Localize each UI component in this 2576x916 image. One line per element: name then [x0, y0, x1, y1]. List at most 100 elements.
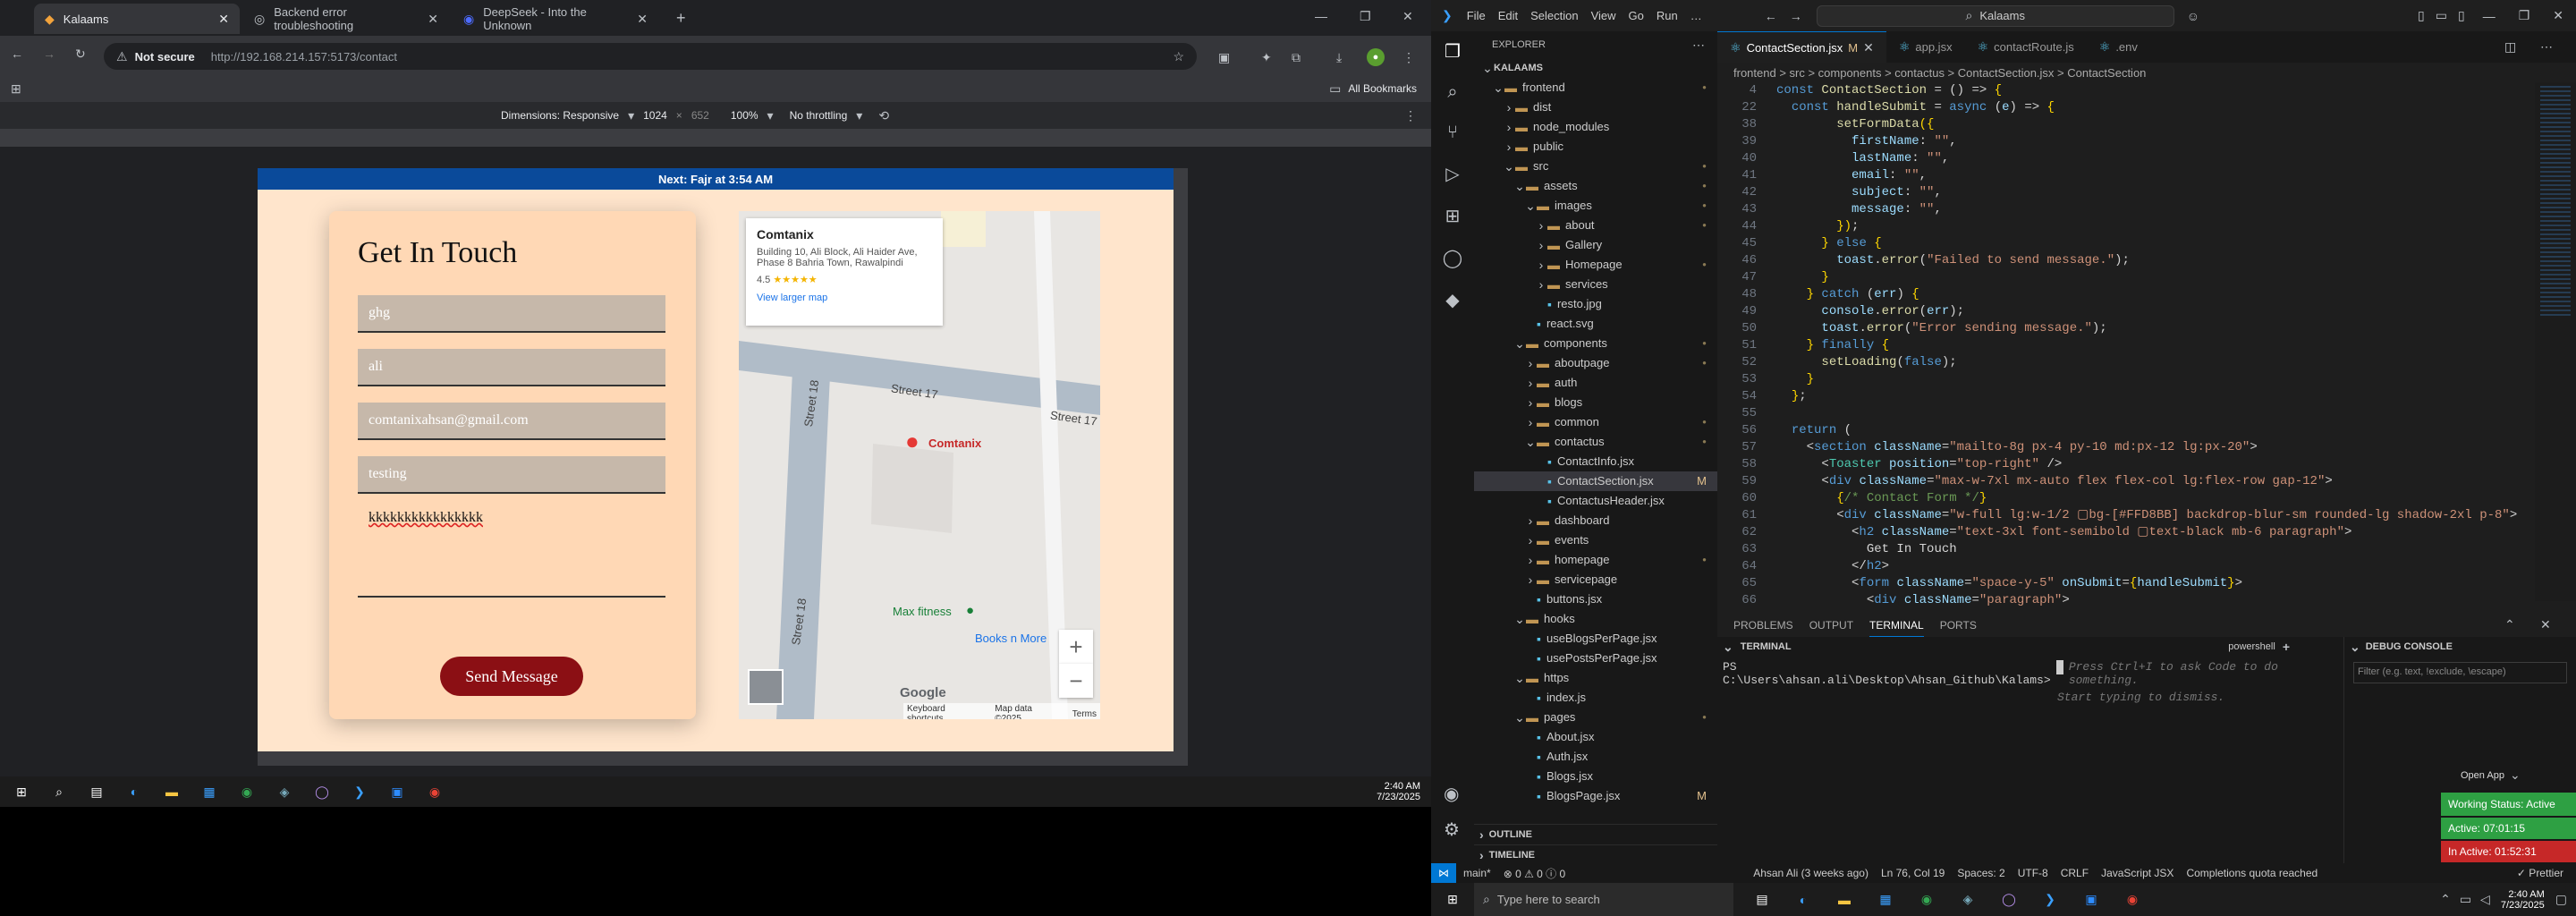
settings-gear-icon[interactable]: ⚙	[1444, 818, 1460, 841]
windows-start-icon[interactable]: ⊞	[9, 779, 34, 804]
chrome-icon-2[interactable]: ◉	[2120, 887, 2145, 912]
code-line[interactable]: 58 <Toaster position="top-right" />	[1717, 456, 2522, 473]
github-icon[interactable]: ◯	[1996, 887, 2021, 912]
file-item[interactable]: ▪ buttons.jsx	[1474, 589, 1717, 609]
close-tab-icon[interactable]: ✕	[637, 12, 648, 27]
file-item[interactable]: ▪ react.svg	[1474, 314, 1717, 334]
command-center[interactable]: ⌕ Kalaams	[1816, 4, 2174, 27]
width-input[interactable]: 1024	[643, 109, 667, 122]
task-view-icon[interactable]: ▤	[84, 779, 109, 804]
notifications-icon[interactable]: ▢	[2555, 892, 2567, 907]
chrome-icon[interactable]: ◉	[1914, 887, 1939, 912]
close-panel-icon[interactable]: ✕	[2540, 617, 2551, 632]
tab-kalaams[interactable]: ◆ Kalaams ✕	[34, 4, 240, 34]
code-line[interactable]: 48 } catch (err) {	[1717, 286, 2522, 303]
back-icon[interactable]: ←	[11, 47, 23, 61]
code-line[interactable]: 60 {/* Contact Form */}	[1717, 490, 2522, 507]
open-app-button[interactable]: Open App ⌄	[2461, 768, 2521, 783]
menu-item[interactable]: Run	[1657, 9, 1678, 22]
github-icon[interactable]: ◯	[1443, 247, 1462, 269]
file-explorer-icon[interactable]: ▬	[1832, 887, 1857, 912]
code-editor[interactable]: 4 const ContactSection = () => {22 const …	[1717, 82, 2522, 607]
editor-tab[interactable]: ⚛ app.jsx	[1886, 31, 1965, 63]
code-line[interactable]: 42 subject: "",	[1717, 184, 2522, 201]
code-line[interactable]: 54 };	[1717, 388, 2522, 405]
folder-item[interactable]: › ▬ Gallery	[1474, 235, 1717, 255]
folder-item[interactable]: ⌄ ▬ images ●	[1474, 196, 1717, 216]
code-line[interactable]: 44 });	[1717, 218, 2522, 235]
code-line[interactable]: 40 lastName: "",	[1717, 150, 2522, 167]
menu-item[interactable]: Edit	[1498, 9, 1518, 22]
throttle-select[interactable]: No throttling	[790, 109, 848, 122]
indentation[interactable]: Spaces: 2	[1957, 867, 2004, 879]
app-icon[interactable]: ◈	[272, 779, 297, 804]
minimize-icon[interactable]: —	[2483, 9, 2496, 23]
subject-field[interactable]: testing	[358, 456, 665, 494]
code-line[interactable]: 61 <div className="w-full lg:w-1/2 ▢bg-[…	[1717, 507, 2522, 524]
folder-item[interactable]: › ▬ homepage ●	[1474, 550, 1717, 570]
problems-count[interactable]: ⊗ 0 ⚠ 0 ⓘ 0	[1504, 866, 1566, 881]
menu-item[interactable]: File	[1467, 9, 1486, 22]
app-icon[interactable]: ◈	[1955, 887, 1980, 912]
close-tab-icon[interactable]: ✕	[428, 12, 438, 27]
extensions-icon[interactable]: ⊞	[1445, 205, 1461, 227]
windows-start-icon[interactable]: ⊞	[1440, 887, 1465, 912]
breadcrumb[interactable]: frontend > src > components > contactus …	[1717, 63, 2576, 82]
folder-item[interactable]: › ▬ public	[1474, 137, 1717, 157]
close-window-icon[interactable]: ✕	[2553, 8, 2563, 23]
google-map-embed[interactable]: Street 17 Street 17 Street 18 Street 18 …	[739, 211, 1100, 719]
copilot-icon[interactable]: ☺	[2187, 9, 2199, 23]
code-line[interactable]: 49 console.error(err);	[1717, 303, 2522, 320]
close-tab-icon[interactable]: ✕	[1863, 40, 1874, 55]
height-input[interactable]: 652	[691, 109, 709, 122]
send-message-button[interactable]: Send Message	[440, 657, 583, 696]
panel-toggle-icon[interactable]: ▭	[2436, 8, 2447, 23]
panel-tab[interactable]: TERMINAL	[1869, 614, 1924, 637]
menu-item[interactable]: …	[1690, 9, 1702, 22]
folder-item[interactable]: › ▬ blogs	[1474, 393, 1717, 412]
file-item[interactable]: ▪ useBlogsPerPage.jsx	[1474, 629, 1717, 649]
code-line[interactable]: 39 firstName: "",	[1717, 133, 2522, 150]
rotate-icon[interactable]: ⟲	[878, 108, 889, 123]
code-line[interactable]: 46 toast.error("Failed to send message."…	[1717, 252, 2522, 269]
folder-item[interactable]: ⌄ KALAAMS	[1474, 58, 1717, 78]
download-icon[interactable]: ⤓	[1336, 50, 1342, 65]
editor-tab[interactable]: ⚛ ContactSection.jsx M ✕	[1717, 31, 1886, 63]
extension-icon[interactable]: ▣	[1218, 50, 1230, 65]
explorer-icon[interactable]: ❐	[1445, 40, 1461, 63]
reload-icon[interactable]: ↻	[75, 47, 86, 62]
code-line[interactable]: 63 Get In Touch	[1717, 541, 2522, 558]
folder-item[interactable]: › ▬ Homepage ●	[1474, 255, 1717, 275]
nav-back-icon[interactable]: ←	[1765, 9, 1777, 23]
code-line[interactable]: 22 const handleSubmit = async (e) => {	[1717, 99, 2522, 116]
folder-item[interactable]: › ▬ events	[1474, 530, 1717, 550]
folder-item[interactable]: ⌄ ▬ components ●	[1474, 334, 1717, 353]
code-line[interactable]: 66 <div className="paragraph">	[1717, 592, 2522, 609]
file-item[interactable]: ▪ About.jsx	[1474, 727, 1717, 747]
panel-tab[interactable]: PORTS	[1940, 614, 1977, 637]
file-item[interactable]: ▪ ContactusHeader.jsx	[1474, 491, 1717, 511]
code-line[interactable]: 43 message: "",	[1717, 201, 2522, 218]
file-item[interactable]: ▪ resto.jpg	[1474, 294, 1717, 314]
tab-backend[interactable]: ◎ Backend error troubleshooting ✕	[243, 4, 449, 34]
first-name-field[interactable]: ghg	[358, 295, 665, 333]
terminal-panel[interactable]: ⌄ TERMINAL powershell + PS C:\Users\ahsa…	[1717, 637, 2343, 863]
task-view-icon[interactable]: ▤	[1750, 887, 1775, 912]
eol[interactable]: CRLF	[2061, 867, 2089, 879]
code-line[interactable]: 62 <h2 className="text-3xl font-semibold…	[1717, 524, 2522, 541]
folder-item[interactable]: › ▬ services	[1474, 275, 1717, 294]
folder-item[interactable]: ⌄ ▬ frontend ●	[1474, 78, 1717, 98]
close-window-icon[interactable]: ✕	[1402, 9, 1413, 24]
file-item[interactable]: ▪ index.js	[1474, 688, 1717, 708]
git-branch[interactable]: main*	[1463, 867, 1491, 879]
zoom-icon[interactable]: ▣	[2079, 887, 2104, 912]
code-line[interactable]: 65 <form className="space-y-5" onSubmit=…	[1717, 575, 2522, 592]
store-icon[interactable]: ▦	[1873, 887, 1898, 912]
folder-item[interactable]: ⌄ ▬ https	[1474, 668, 1717, 688]
code-line[interactable]: 64 </h2>	[1717, 558, 2522, 575]
new-terminal-icon[interactable]: +	[2283, 640, 2290, 654]
code-line[interactable]: 41 email: "",	[1717, 167, 2522, 184]
menu-icon[interactable]: ⋮	[1402, 50, 1415, 65]
completions-quota[interactable]: Completions quota reached	[2186, 867, 2318, 879]
file-item[interactable]: ▪ Auth.jsx	[1474, 747, 1717, 767]
